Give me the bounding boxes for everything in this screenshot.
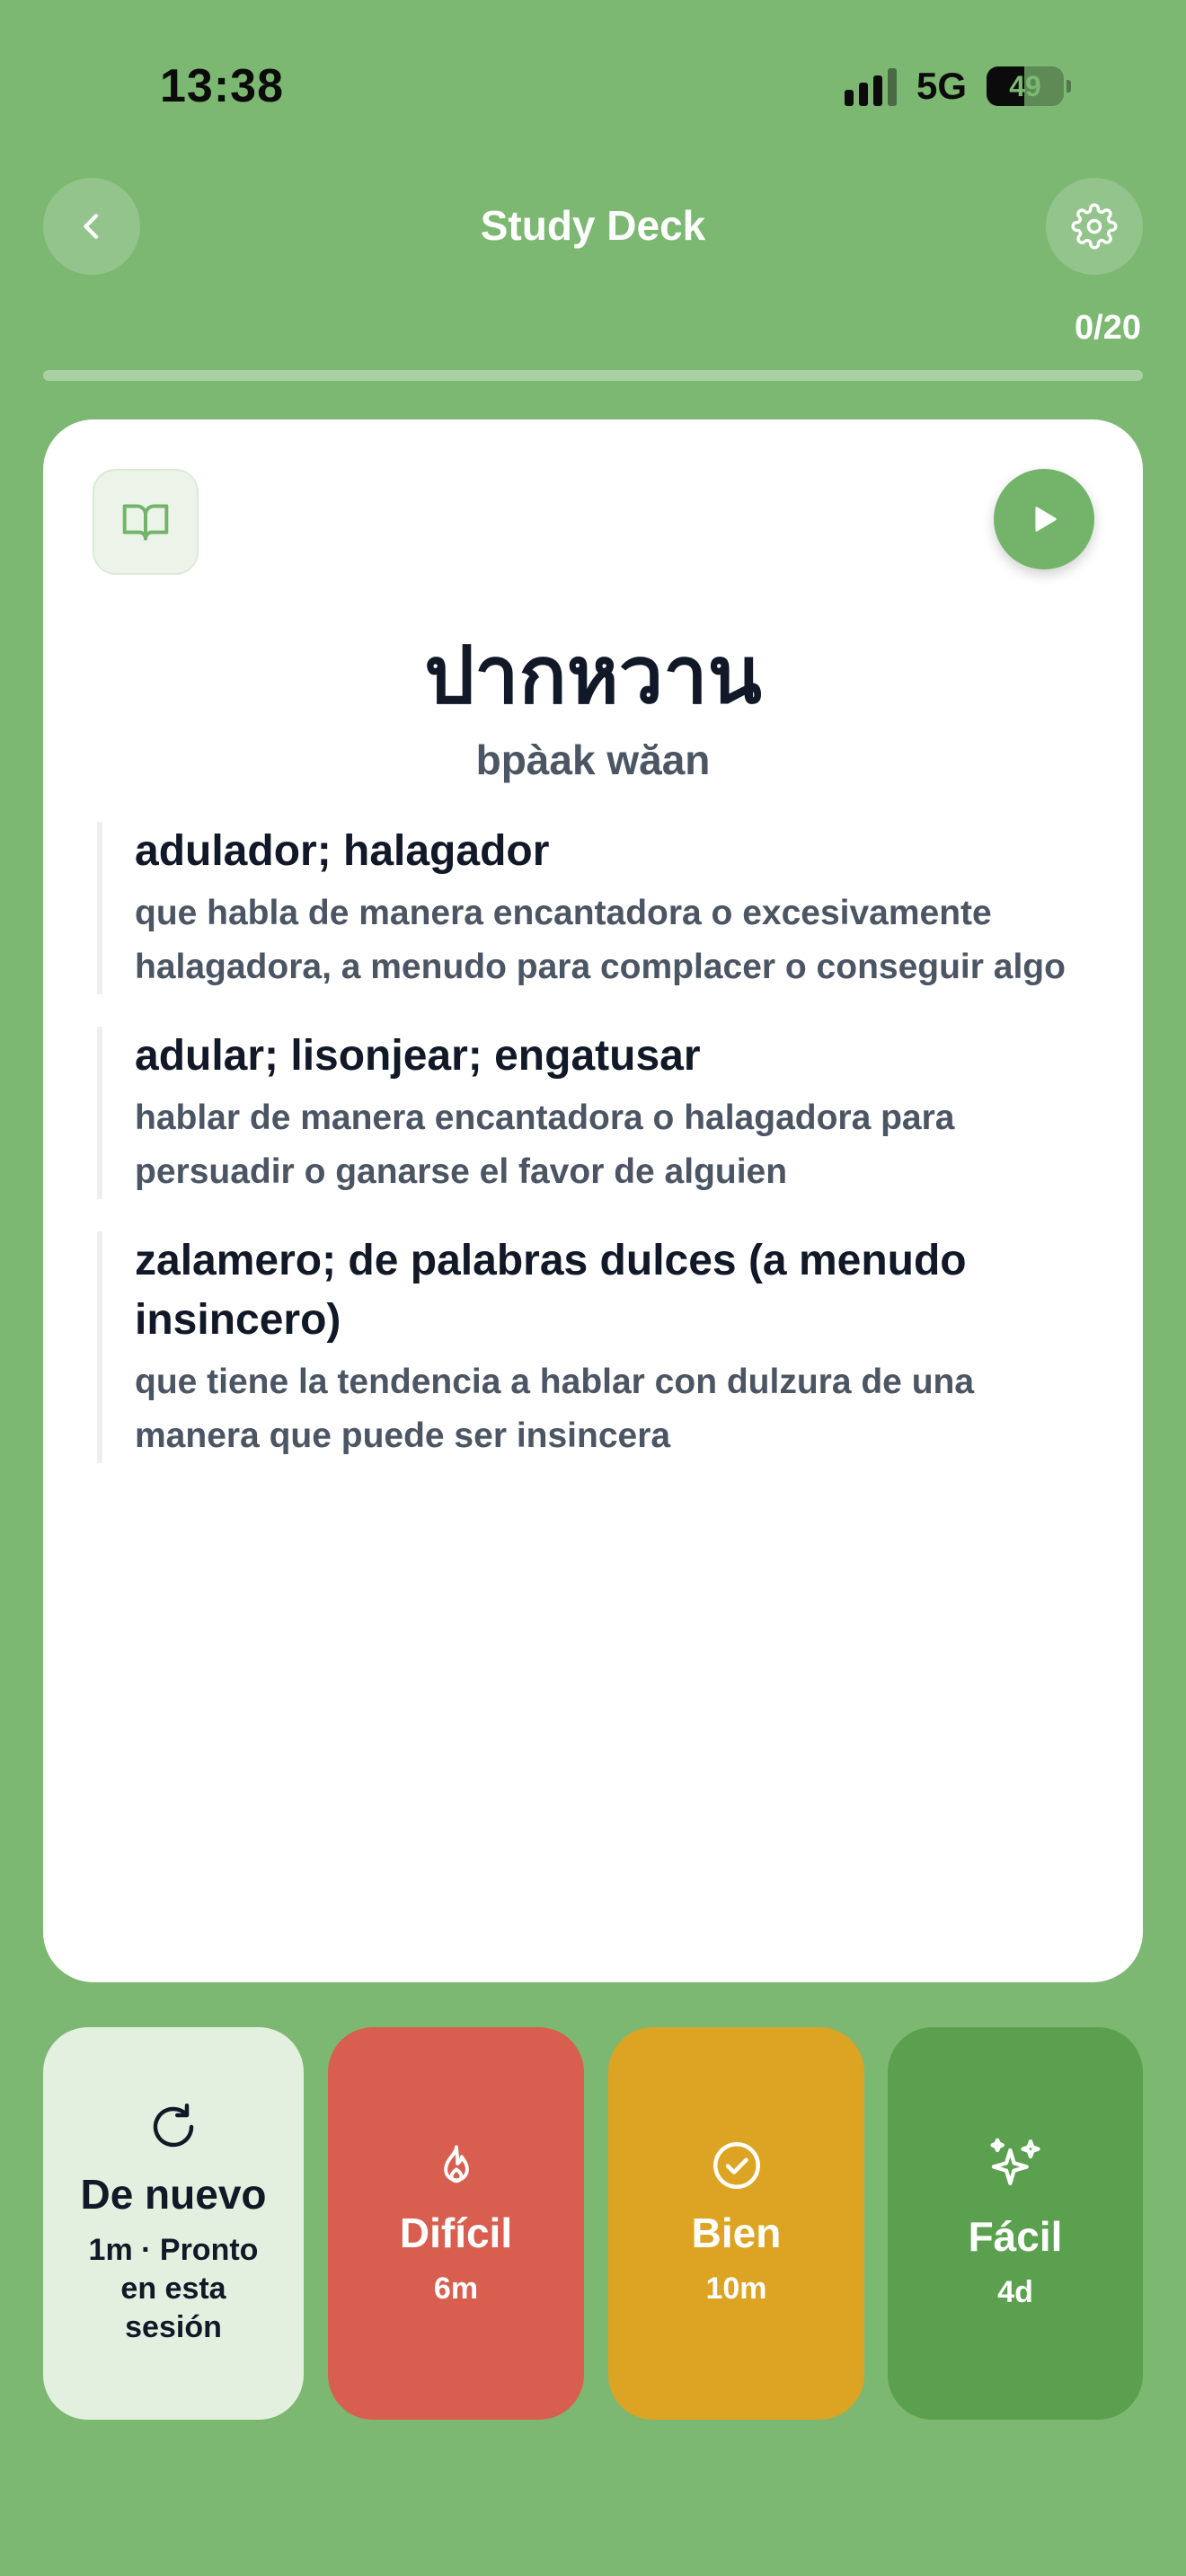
play-icon bbox=[1035, 507, 1057, 532]
settings-button[interactable] bbox=[1046, 178, 1143, 275]
refresh-icon bbox=[153, 2104, 194, 2148]
definition-description: que habla de manera encantadora o excesi… bbox=[135, 894, 1066, 986]
easy-interval: 4d bbox=[997, 2275, 1033, 2309]
card-romanization: bpàak wăan bbox=[475, 737, 711, 783]
hard-label: Difícil bbox=[399, 2210, 513, 2256]
definition-description: hablar de manera encantadora o halagador… bbox=[135, 1098, 955, 1191]
definition-title: adulador; halagador bbox=[135, 827, 550, 875]
card-word: ปากหวาน bbox=[424, 629, 762, 721]
play-audio-button[interactable] bbox=[994, 469, 1094, 569]
definition-item: adular; lisonjear; engatusar hablar de m… bbox=[97, 1027, 1080, 1199]
battery-level: 49 bbox=[1009, 70, 1041, 102]
progress-count: 0/20 bbox=[1075, 309, 1141, 347]
flashcard[interactable]: ปากหวาน bpàak wăan adulador; halagador q… bbox=[43, 419, 1143, 1982]
dictionary-button[interactable] bbox=[93, 469, 199, 575]
sparkles-icon bbox=[990, 2138, 1040, 2185]
status-indicators: 5G 49 bbox=[844, 65, 1071, 108]
check-circle-icon bbox=[712, 2142, 760, 2189]
good-button[interactable]: Bien 10m bbox=[608, 2027, 864, 2420]
easy-button[interactable]: Fácil 4d bbox=[888, 2027, 1143, 2420]
definition-item: adulador; halagador que habla de manera … bbox=[97, 822, 1080, 994]
again-label: De nuevo bbox=[80, 2171, 267, 2218]
definition-title: adular; lisonjear; engatusar bbox=[135, 1032, 701, 1080]
definition-item: zalamero; de palabras dulces (a menudo i… bbox=[97, 1231, 1080, 1463]
good-interval: 10m bbox=[705, 2272, 767, 2306]
status-time: 13:38 bbox=[160, 60, 284, 112]
easy-label: Fácil bbox=[968, 2213, 1063, 2260]
progress-bar bbox=[43, 370, 1143, 381]
cellular-signal-icon bbox=[844, 66, 897, 106]
definition-title: zalamero; de palabras dulces (a menudo i… bbox=[135, 1237, 967, 1344]
again-interval: 1m · Pronto en esta sesión bbox=[88, 2233, 259, 2344]
good-label: Bien bbox=[691, 2210, 782, 2256]
battery-icon: 49 bbox=[987, 66, 1071, 106]
gear-icon bbox=[1071, 203, 1118, 250]
definitions-list: adulador; halagador que habla de manera … bbox=[97, 822, 1080, 1495]
definition-description: que tiene la tendencia a hablar con dulz… bbox=[135, 1363, 975, 1455]
flame-icon bbox=[443, 2145, 469, 2183]
hard-interval: 6m bbox=[433, 2272, 479, 2306]
page-title: Study Deck bbox=[480, 202, 706, 249]
hard-button[interactable]: Difícil 6m bbox=[328, 2027, 584, 2420]
again-button[interactable]: De nuevo 1m · Pronto en esta sesión bbox=[43, 2027, 304, 2420]
network-type: 5G bbox=[916, 65, 967, 107]
open-book-icon bbox=[122, 504, 169, 541]
